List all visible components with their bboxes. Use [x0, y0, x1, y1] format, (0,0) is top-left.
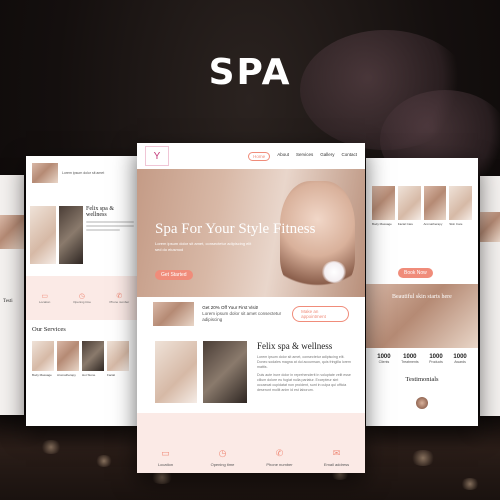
stat-item: 1000 Products: [429, 354, 443, 364]
nav-about[interactable]: About: [277, 152, 289, 161]
facial-photo: [30, 206, 56, 264]
mockup-page-right: Body Massage Facial Care Aromatherapy Sk…: [366, 158, 478, 426]
left-features-band: ▭ Location ◷ Opening time ✆ Phone number: [26, 276, 138, 320]
feature-opening-time: ◷ Opening time: [199, 448, 247, 467]
left-about-title: Felix spa & wellness: [86, 206, 114, 218]
map-icon: ▭: [161, 448, 170, 458]
avatar: [416, 397, 428, 409]
service-card[interactable]: Body Massage: [32, 341, 54, 377]
clock-icon: ◷: [78, 293, 86, 300]
about-paragraph: Duis aute irure dolor in reprehenderit i…: [257, 373, 351, 392]
service-card[interactable]: Hot Stone: [82, 341, 104, 377]
band-caption: Beautiful skin starts here: [392, 294, 452, 300]
service-card[interactable]: Facial: [107, 341, 129, 377]
stones-photo: [59, 206, 83, 264]
stat-item: 1000 Treatments: [401, 354, 419, 364]
spa-photo: [0, 215, 24, 249]
massage-photo: [32, 163, 58, 183]
feature-email: ✉ Email address: [313, 448, 361, 467]
facial-photo: [155, 341, 197, 403]
bokeh-light: [460, 478, 480, 490]
service-card[interactable]: Aromatherapy: [423, 186, 447, 226]
left-header-text: Lorem ipsum dolor sit amet: [62, 170, 105, 175]
hero-title: Spa For Your Style Fitness: [155, 221, 316, 237]
testimonials-section: Testimonials: [366, 376, 478, 409]
main-navbar: Y Home About Services Gallery Contact: [137, 143, 365, 169]
orchid-flower: [321, 261, 347, 283]
service-card[interactable]: Skin Care: [449, 186, 472, 226]
left-header: Lorem ipsum dolor sit amet: [26, 156, 138, 190]
mockup-page-left: Lorem ipsum dolor sit amet Felix spa & w…: [26, 156, 138, 426]
services-title: Our Services: [32, 326, 66, 333]
testimonials-heading: Testi: [3, 299, 13, 304]
logo-icon[interactable]: Y: [145, 146, 169, 166]
testimonials-title: Testimonials: [405, 376, 439, 383]
nav-gallery[interactable]: Gallery: [320, 152, 334, 161]
stat-item: 1000 Clients: [377, 354, 391, 364]
feature-location: ▭ Location: [142, 448, 190, 467]
service-card[interactable]: Body Massage: [372, 186, 395, 226]
service-card[interactable]: Aromatherapy: [57, 341, 79, 377]
nav-home[interactable]: Home: [248, 151, 271, 161]
stat-item: 1000 Awards: [453, 354, 467, 364]
stones-photo: [203, 341, 247, 403]
page-title: SPA: [208, 52, 292, 93]
phone-icon: ✆: [275, 448, 284, 458]
hero-banner: Spa For Your Style Fitness Lorem ipsum d…: [137, 169, 365, 297]
about-title: Felix spa & wellness: [257, 341, 333, 351]
hero-subtitle: Lorem ipsum dolor sit amet, consectetur …: [155, 241, 252, 252]
about-paragraph: Lorem ipsum dolor sit amet, consectetur …: [257, 355, 351, 369]
left-about-section: Felix spa & wellness: [30, 206, 134, 268]
clock-icon: ◷: [218, 448, 227, 458]
nav-services[interactable]: Services: [296, 152, 313, 161]
nav-contact[interactable]: Contact: [341, 152, 357, 161]
mail-icon: ✉: [332, 448, 341, 458]
bokeh-light: [95, 455, 113, 467]
massage-photo: [153, 302, 195, 326]
mockup-page-far-left: Testi: [0, 175, 24, 415]
map-icon: ▭: [41, 293, 48, 300]
mockup-page-main: Y Home About Services Gallery Contact Sp…: [137, 143, 365, 473]
right-photo-band: Beautiful skin starts here: [366, 284, 478, 348]
about-section: Felix spa & wellness Lorem ipsum dolor s…: [155, 341, 351, 409]
get-started-button[interactable]: Get Started: [155, 270, 193, 280]
features-band: ▭ Location ◷ Opening time ✆ Phone number ✉ E…: [137, 413, 365, 473]
left-services-section: Our Services Body Massage Aromatherapy H…: [32, 326, 132, 377]
appointment-button[interactable]: Make an appointment: [292, 306, 349, 322]
phone-icon: ✆: [116, 293, 123, 300]
offer-banner: Get 20% Off Your First Visit! Lorem ipsu…: [137, 297, 365, 331]
bokeh-light: [40, 440, 62, 454]
service-card[interactable]: Facial Care: [397, 186, 421, 226]
mockup-scene: SPA Testi Lorem ipsum dolor sit amet Fel…: [0, 0, 500, 500]
spa-photo: [480, 212, 500, 242]
offer-text: Lorem ipsum dolor sit amet consectetur a…: [202, 311, 282, 322]
stats-row: 1000 Clients 1000 Treatments 1000 Products …: [372, 354, 472, 364]
book-now-button[interactable]: Book Now: [398, 268, 433, 278]
mockup-page-far-right: [480, 176, 500, 416]
right-services-grid: Body Massage Facial Care Aromatherapy Sk…: [372, 186, 472, 226]
feature-location: ▭ Location: [30, 292, 60, 304]
feature-phone: ✆ Phone number: [104, 292, 134, 304]
bokeh-light: [410, 450, 436, 466]
feature-opening-time: ◷ Opening time: [67, 292, 97, 304]
feature-phone: ✆ Phone number: [256, 448, 304, 467]
main-menu: Home About Services Gallery Contact: [248, 151, 357, 161]
